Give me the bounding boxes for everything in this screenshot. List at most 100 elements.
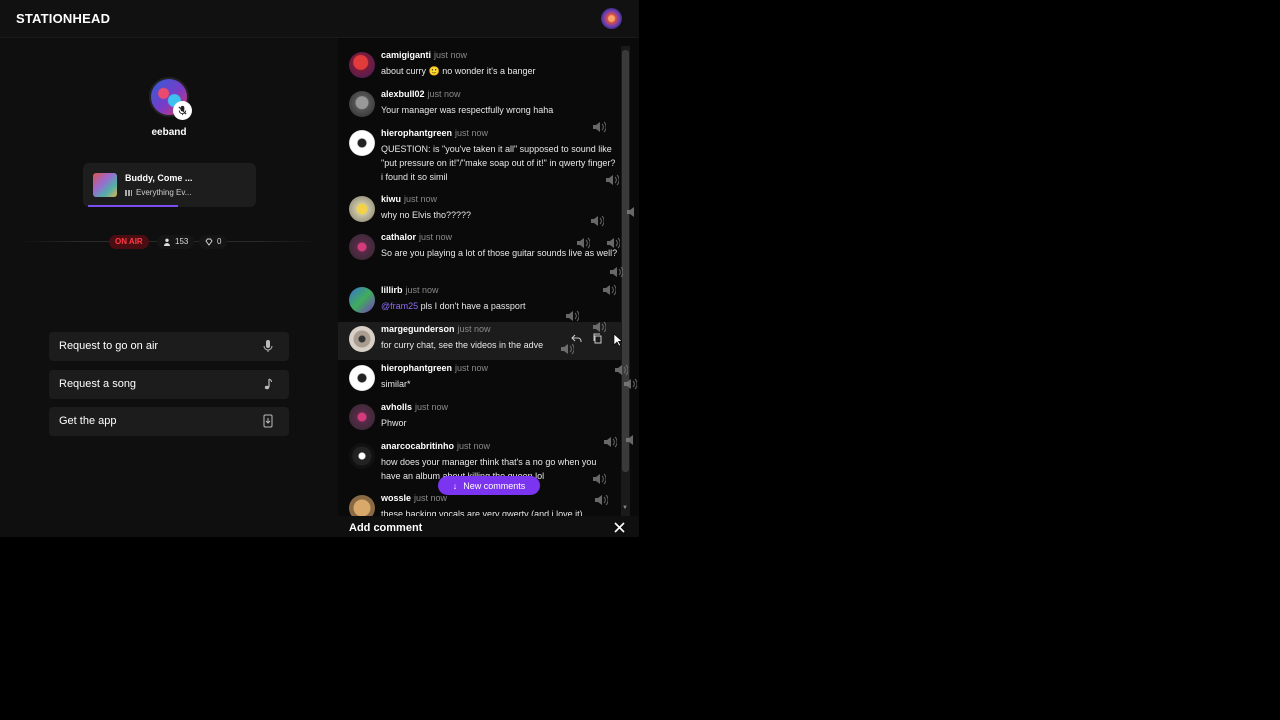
speaker-icon bbox=[627, 207, 634, 217]
host-name[interactable]: eeband bbox=[120, 127, 218, 138]
user-avatar[interactable] bbox=[349, 326, 375, 352]
scroll-down-arrow-icon[interactable]: ▼ bbox=[622, 505, 628, 511]
speaker-icon bbox=[577, 237, 590, 249]
message-time: just now bbox=[415, 402, 449, 412]
speaker-icon bbox=[607, 237, 620, 249]
track-artist-label: Everything Ev... bbox=[136, 188, 192, 197]
message-username[interactable]: hierophantgreen just now bbox=[381, 128, 488, 138]
comment-bar: Add comment bbox=[338, 516, 639, 537]
message-username[interactable]: anarcocabritinho just now bbox=[381, 441, 490, 451]
message-time: just now bbox=[404, 194, 438, 204]
chat-message[interactable]: avholls just now Phwor bbox=[338, 402, 621, 440]
user-avatar[interactable] bbox=[601, 8, 622, 29]
message-time: just now bbox=[405, 285, 439, 295]
message-username[interactable]: kiwu just now bbox=[381, 194, 437, 204]
add-comment-button[interactable]: Add comment bbox=[349, 522, 422, 534]
track-title: Buddy, Come ... bbox=[125, 173, 193, 183]
message-time: just now bbox=[457, 441, 491, 451]
speaker-icon bbox=[595, 494, 608, 506]
microphone-icon bbox=[263, 340, 273, 352]
on-air-badge: ON AIR bbox=[109, 235, 149, 249]
speaker-icon bbox=[624, 378, 637, 390]
message-text: these backing vocals are very qwerty (an… bbox=[381, 509, 583, 516]
chat-message[interactable]: hierophantgreen just now QUESTION: is "yo… bbox=[338, 128, 621, 190]
user-avatar[interactable] bbox=[349, 52, 375, 78]
equalizer-icon bbox=[125, 189, 132, 196]
mic-muted-icon bbox=[173, 101, 192, 120]
chat-scroll-thumb[interactable] bbox=[622, 50, 629, 472]
copy-icon[interactable] bbox=[592, 333, 603, 344]
music-note-icon bbox=[264, 378, 273, 390]
user-avatar[interactable] bbox=[349, 365, 375, 391]
phone-download-icon bbox=[263, 414, 273, 428]
user-mention[interactable]: @fram25 bbox=[381, 301, 418, 311]
speaker-icon bbox=[593, 473, 606, 485]
get-app-button[interactable]: Get the app bbox=[49, 407, 289, 436]
message-username[interactable]: margegunderson just now bbox=[381, 324, 491, 334]
chat-message[interactable]: wossle just now these backing vocals are … bbox=[338, 493, 621, 516]
user-avatar[interactable] bbox=[349, 443, 375, 469]
message-text: @fram25 pls I don't have a passport bbox=[381, 301, 526, 311]
request-on-air-button[interactable]: Request to go on air bbox=[49, 332, 289, 361]
listener-count[interactable]: 153 bbox=[157, 235, 195, 249]
stationhead-logo[interactable]: STATIONHEAD bbox=[16, 11, 110, 26]
user-avatar[interactable] bbox=[349, 495, 375, 516]
speaker-icon bbox=[615, 364, 628, 376]
message-time: just now bbox=[434, 50, 468, 60]
chat-message[interactable]: kiwu just now why no Elvis tho????? bbox=[338, 194, 621, 232]
request-song-label: Request a song bbox=[59, 378, 137, 390]
gem-count[interactable]: 0 bbox=[199, 235, 228, 249]
message-text: Your manager was respectfully wrong haha bbox=[381, 105, 554, 115]
arrow-down-icon: ↓ bbox=[452, 480, 458, 491]
speaker-icon bbox=[591, 215, 604, 227]
listener-count-value: 153 bbox=[175, 237, 189, 246]
message-username[interactable]: lillirb just now bbox=[381, 285, 439, 295]
close-icon[interactable] bbox=[614, 522, 625, 533]
speaker-icon bbox=[593, 321, 606, 333]
chat-message[interactable]: alexbull02 just now Your manager was resp… bbox=[338, 89, 621, 127]
user-avatar[interactable] bbox=[349, 196, 375, 222]
track-artist: Everything Ev... bbox=[125, 188, 209, 197]
person-icon bbox=[164, 238, 170, 246]
app-window: STATIONHEAD eeband Buddy, Come ... Every… bbox=[0, 0, 639, 537]
message-username[interactable]: avholls just now bbox=[381, 402, 448, 412]
chat-message[interactable]: hierophantgreen just now similar* bbox=[338, 363, 621, 401]
mouse-cursor-icon bbox=[613, 333, 622, 347]
speaker-icon bbox=[561, 343, 574, 355]
user-avatar[interactable] bbox=[349, 287, 375, 313]
user-avatar[interactable] bbox=[349, 404, 375, 430]
message-username[interactable]: wossle just now bbox=[381, 493, 447, 503]
message-time: just now bbox=[457, 324, 491, 334]
message-username[interactable]: camigiganti just now bbox=[381, 50, 467, 60]
message-text: about curry 🙂 no wonder it's a banger bbox=[381, 66, 536, 76]
speaker-icon bbox=[566, 310, 579, 322]
message-username[interactable]: alexbull02 just now bbox=[381, 89, 461, 99]
message-text: why no Elvis tho????? bbox=[381, 210, 472, 220]
message-time: just now bbox=[427, 89, 461, 99]
chat-message[interactable]: camigiganti just now about curry 🙂 no won… bbox=[338, 50, 621, 88]
user-avatar[interactable] bbox=[349, 91, 375, 117]
message-text: Phwor bbox=[381, 418, 407, 428]
new-comments-label: New comments bbox=[463, 480, 526, 491]
request-song-button[interactable]: Request a song bbox=[49, 370, 289, 399]
message-username[interactable]: cathalor just now bbox=[381, 232, 452, 242]
speaker-icon bbox=[604, 436, 617, 448]
now-playing-card[interactable]: Buddy, Come ... Everything Ev... 25 bbox=[83, 163, 256, 207]
user-avatar[interactable] bbox=[349, 234, 375, 260]
chat-feed[interactable]: camigiganti just now about curry 🙂 no won… bbox=[338, 38, 639, 516]
diamond-icon bbox=[205, 238, 213, 246]
message-username[interactable]: hierophantgreen just now bbox=[381, 363, 488, 373]
message-time: just now bbox=[455, 128, 489, 138]
speaker-icon bbox=[610, 266, 623, 278]
user-avatar[interactable] bbox=[349, 130, 375, 156]
message-text: QUESTION: is "you've taken it all" suppo… bbox=[381, 144, 616, 182]
request-on-air-label: Request to go on air bbox=[59, 340, 159, 352]
speaker-icon bbox=[606, 174, 619, 186]
reply-icon[interactable] bbox=[571, 333, 582, 344]
message-time: just now bbox=[455, 363, 489, 373]
gem-count-value: 0 bbox=[217, 237, 222, 246]
new-comments-button[interactable]: ↓ New comments bbox=[438, 476, 540, 495]
message-text: similar* bbox=[381, 379, 411, 389]
get-app-label: Get the app bbox=[59, 415, 117, 427]
top-bar: STATIONHEAD bbox=[0, 0, 639, 38]
